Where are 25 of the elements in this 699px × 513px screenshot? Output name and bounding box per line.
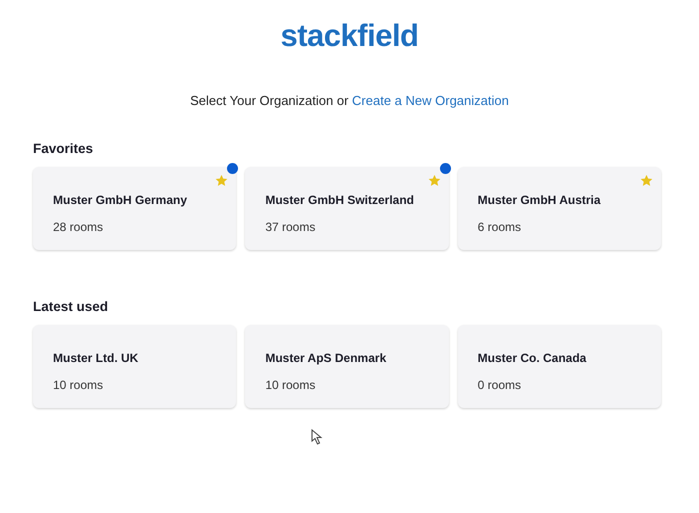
organization-card[interactable]: Muster GmbH Austria 6 rooms [458, 166, 661, 250]
organization-card[interactable]: Muster Ltd. UK 10 rooms [33, 325, 236, 408]
stackfield-logo: stackfield [280, 20, 418, 51]
section-heading: Favorites [33, 140, 94, 158]
organization-name: Muster GmbH Germany [53, 192, 188, 209]
organization-name: Muster Ltd. UK [53, 350, 140, 367]
star-icon[interactable] [428, 174, 441, 187]
create-organization-link[interactable]: Create a New Organization [352, 93, 509, 108]
star-icon[interactable] [215, 174, 228, 187]
mouse-pointer-icon [311, 429, 323, 445]
organization-name: Muster GmbH Austria [478, 192, 602, 209]
room-count: 10 rooms [265, 377, 316, 394]
organization-name: Muster GmbH Switzerland [265, 192, 416, 209]
room-count: 0 rooms [478, 377, 522, 394]
organization-name: Muster ApS Denmark [265, 350, 388, 367]
room-count: 28 rooms [53, 218, 104, 236]
room-count: 10 rooms [53, 377, 104, 394]
organization-card[interactable]: Muster Co. Canada 0 rooms [458, 325, 661, 408]
section-heading: Latest used [33, 298, 110, 316]
star-icon[interactable] [640, 174, 653, 187]
room-count: 6 rooms [478, 218, 522, 236]
organization-card[interactable]: Muster ApS Denmark 10 rooms [245, 325, 449, 408]
subtitle-text: Select Your Organization or [190, 93, 348, 108]
room-count: 37 rooms [265, 218, 316, 236]
organization-name: Muster Co. Canada [478, 350, 588, 367]
